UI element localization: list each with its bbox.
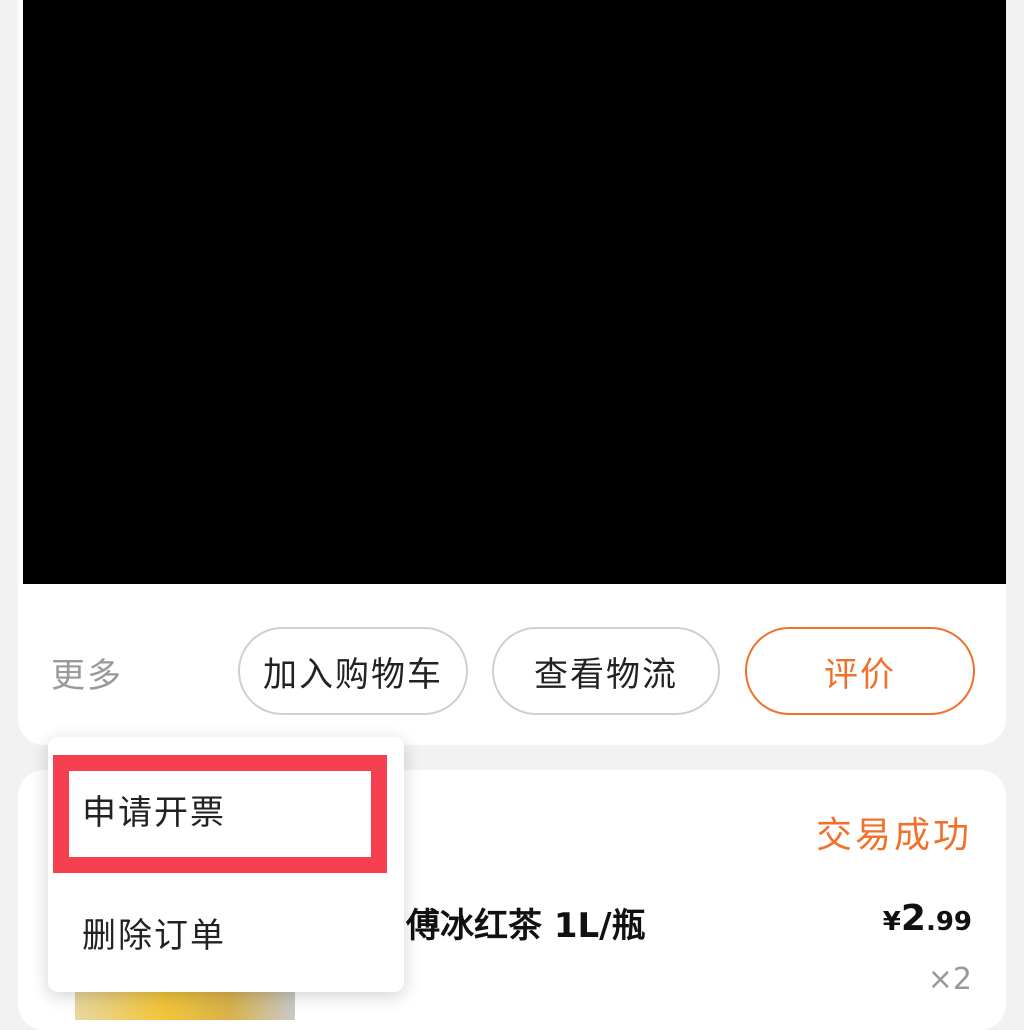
product-name[interactable]: 傅冰红茶 1L/瓶 <box>406 898 646 947</box>
price-decimal: .99 <box>925 907 972 937</box>
price-currency: ¥ <box>882 907 901 937</box>
product-price: ¥2.99 <box>883 898 972 939</box>
product-thumbnail[interactable] <box>75 990 295 1020</box>
order-status: 交易成功 <box>815 815 972 856</box>
media-area <box>23 0 1006 584</box>
menu-item-delete-order[interactable]: 删除订单 <box>82 908 226 957</box>
review-button[interactable]: 评价 <box>745 627 975 715</box>
product-quantity: ×2 <box>927 962 972 997</box>
dropdown-arrow <box>70 722 102 738</box>
view-logistics-button[interactable]: 查看物流 <box>492 627 720 715</box>
add-to-cart-button[interactable]: 加入购物车 <box>238 627 468 715</box>
highlight-box <box>53 755 387 873</box>
more-button[interactable]: 更多 <box>51 648 123 697</box>
price-integer: 2 <box>900 898 926 939</box>
